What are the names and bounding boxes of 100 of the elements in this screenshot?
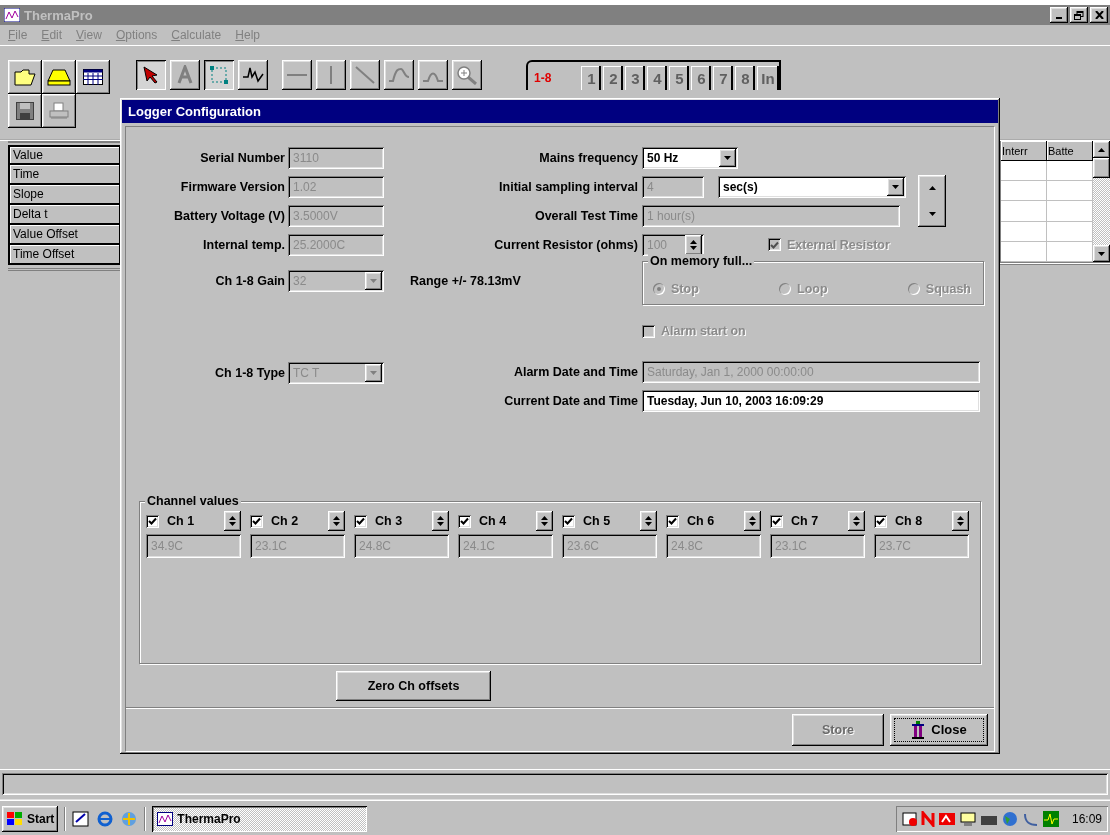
scroll-thumb[interactable]: [1093, 158, 1110, 178]
field-label: Current Resistor (ohms): [494, 237, 639, 252]
table-button[interactable]: [76, 60, 110, 94]
checkbox[interactable]: [562, 514, 575, 528]
checkmark-icon: [564, 517, 573, 525]
checkmark-icon: [876, 517, 885, 525]
spin-button[interactable]: [536, 511, 553, 531]
menu-item[interactable]: View: [76, 28, 102, 42]
checkbox[interactable]: [354, 514, 367, 528]
scroll-up-button[interactable]: [1093, 141, 1110, 158]
down-arrow-icon: [724, 155, 731, 160]
channel-tab[interactable]: 2: [603, 66, 624, 90]
channel-tab[interactable]: 5: [669, 66, 690, 90]
vertical-line-tool-button[interactable]: [316, 60, 346, 90]
list-item[interactable]: Slope: [8, 185, 121, 205]
horizontal-line-tool-button[interactable]: [282, 60, 312, 90]
device-button[interactable]: [42, 60, 76, 94]
down-arrow-icon: [645, 522, 652, 526]
up-arrow-icon: [928, 186, 936, 190]
up-arrow-icon: [229, 516, 236, 520]
save-button[interactable]: [8, 94, 42, 128]
pointer-tool-button[interactable]: [136, 60, 166, 90]
browser-icon[interactable]: [96, 809, 115, 828]
spin-button[interactable]: [952, 511, 969, 531]
down-arrow-icon: [1098, 251, 1105, 256]
text-tool-button[interactable]: [170, 60, 200, 90]
channel-tab[interactable]: 1: [581, 66, 602, 90]
spin-button[interactable]: [848, 511, 865, 531]
channel-tab[interactable]: 6: [691, 66, 712, 90]
up-arrow-icon: [333, 516, 340, 520]
trace-tool-button[interactable]: [238, 60, 268, 90]
column-header[interactable]: Batte: [1047, 141, 1093, 161]
down-arrow-icon: [541, 522, 548, 526]
menu-item[interactable]: Edit: [41, 28, 63, 42]
channel-tab[interactable]: 1-8: [534, 66, 562, 90]
field-label: Firmware Version: [180, 179, 285, 194]
list-item[interactable]: Value Offset: [8, 225, 121, 245]
channel-label: Ch 3: [375, 514, 404, 528]
curve-tool-button[interactable]: [384, 60, 414, 90]
checkmark-icon: [460, 517, 469, 525]
list-item[interactable]: Time Offset: [8, 245, 121, 265]
spin-button[interactable]: [640, 511, 657, 531]
close-button[interactable]: [1090, 7, 1108, 23]
scheduler-icon[interactable]: [901, 810, 918, 827]
channel-label: Ch 1: [167, 514, 196, 528]
scroll-down-button[interactable]: [1093, 245, 1110, 262]
channel-tab[interactable]: 4: [647, 66, 668, 90]
channel-tab[interactable]: 7: [713, 66, 734, 90]
list-item[interactable]: Time: [8, 165, 121, 185]
door-icon: [911, 720, 926, 739]
checkbox[interactable]: [250, 514, 263, 528]
checkbox[interactable]: [146, 514, 159, 528]
diagonal-line-icon: [354, 65, 376, 85]
down-arrow-icon: [229, 522, 236, 526]
start-button[interactable]: Start: [2, 805, 59, 832]
list-item[interactable]: Delta t: [8, 205, 121, 225]
spin-button[interactable]: [328, 511, 345, 531]
checkbox[interactable]: [666, 514, 679, 528]
column-header[interactable]: Interr: [1001, 141, 1047, 161]
taskbar-button[interactable]: ThermaPro: [152, 805, 368, 832]
monitor-icon[interactable]: [958, 810, 977, 827]
peak-tool-button[interactable]: [418, 60, 448, 90]
channel-tab[interactable]: 8: [735, 66, 756, 90]
minimize-button[interactable]: [1050, 7, 1068, 23]
close-button[interactable]: Close: [890, 713, 988, 746]
field-label: Overall Test Time: [534, 208, 639, 223]
up-arrow-icon: [749, 516, 756, 520]
channel-tab[interactable]: 3: [625, 66, 646, 90]
pulse-icon[interactable]: [1042, 810, 1059, 827]
dropdown-button[interactable]: [719, 148, 736, 167]
checkbox[interactable]: [770, 514, 783, 528]
up-arrow-icon: [1098, 147, 1105, 152]
globe-icon[interactable]: [1000, 810, 1019, 827]
diagonal-line-tool-button[interactable]: [350, 60, 380, 90]
spin-button[interactable]: [432, 511, 449, 531]
restore-button[interactable]: [1070, 7, 1088, 23]
spin-button[interactable]: [918, 175, 946, 227]
zoom-button[interactable]: [452, 60, 482, 90]
checkbox[interactable]: [458, 514, 471, 528]
field-label: Current Date and Time: [504, 394, 639, 408]
menu-item[interactable]: Help: [235, 28, 260, 42]
current-date-field[interactable]: Tuesday, Jun 10, 2003 16:09:29: [642, 390, 980, 412]
menu-item[interactable]: Calculate: [171, 28, 222, 42]
channel-tab[interactable]: In: [757, 66, 779, 90]
list-item[interactable]: Value: [8, 145, 121, 165]
checkmark-icon: [356, 517, 365, 525]
mains-dropdown[interactable]: 50 Hz: [642, 146, 738, 169]
selection-tool-button[interactable]: [204, 60, 234, 90]
zero-offsets-button[interactable]: Zero Ch offsets: [336, 671, 491, 701]
open-folder-button[interactable]: [8, 60, 42, 94]
spin-button[interactable]: [744, 511, 761, 531]
spin-button[interactable]: [224, 511, 241, 531]
print-button[interactable]: [42, 94, 76, 128]
menu-item[interactable]: File: [8, 28, 28, 42]
field-label: Battery Voltage (V): [174, 208, 285, 223]
menu-item[interactable]: Options: [115, 28, 158, 42]
checkbox[interactable]: [874, 514, 887, 528]
checkmark-icon: [148, 517, 157, 525]
range-text: Range +/- 78.13mV: [410, 273, 521, 288]
zoom-icon: [456, 65, 478, 85]
